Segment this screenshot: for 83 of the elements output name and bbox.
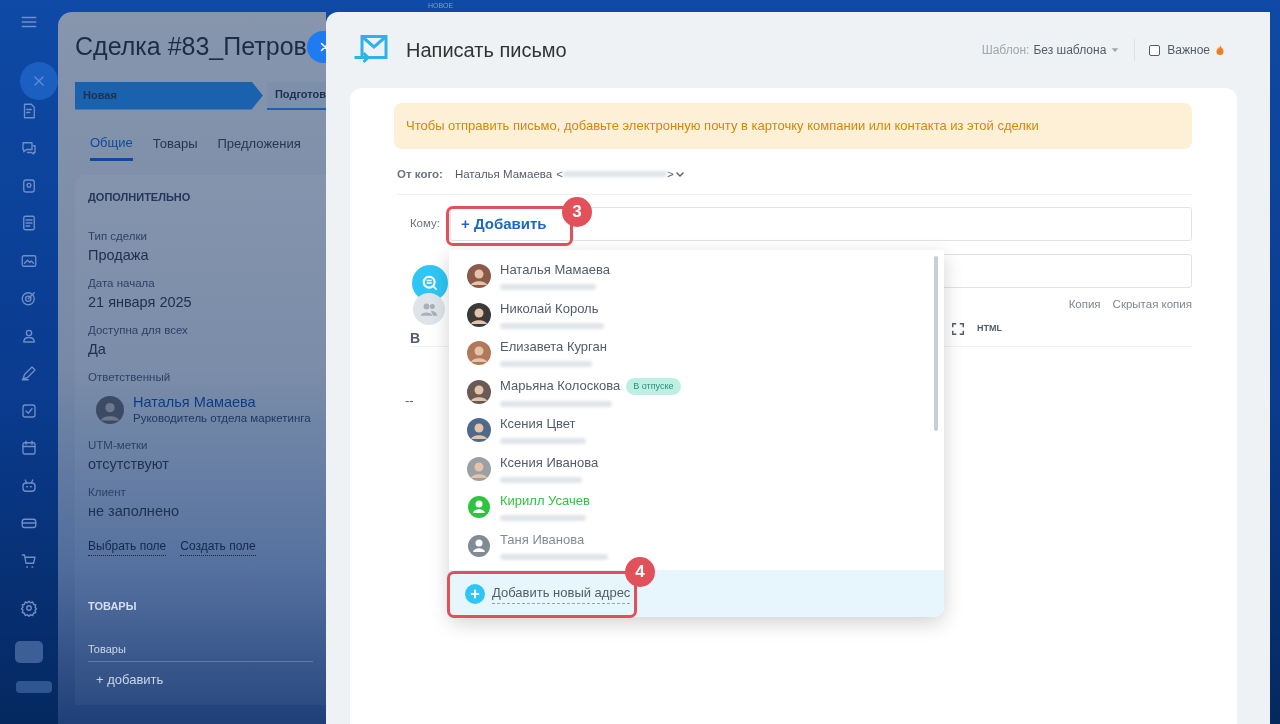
link[interactable]: Копия (1068, 295, 1101, 313)
gear-icon[interactable] (20, 599, 38, 618)
target-icon[interactable] (20, 289, 38, 308)
plus-icon (465, 583, 485, 604)
bracket: < (556, 166, 563, 182)
contact-item[interactable]: Николай Король (449, 294, 944, 333)
sender-name: Наталья Мамаева (454, 166, 553, 182)
warning-alert: Чтобы отправить письмо, добавьте электронную почту в карточку компании или контакта из этой сделки (394, 103, 1192, 149)
contact-name: Марьяна Колоскова (500, 378, 621, 395)
panel-title: Написать письмо (406, 38, 567, 63)
close-icon (32, 74, 46, 88)
avatar (467, 302, 491, 327)
contact-name: Наталья Мамаева (500, 262, 610, 278)
avatar (467, 379, 491, 404)
avatar (467, 264, 491, 288)
contact-item[interactable]: Марьяна Колоскова В отпуске (449, 371, 944, 410)
callout-number: 3 (562, 197, 592, 227)
contact-item[interactable]: Наталья Мамаева (449, 256, 944, 295)
contact-name: Ксения Иванова (500, 454, 599, 471)
field-value: отсутствуют (88, 455, 170, 475)
stage-step[interactable]: Подготов (266, 81, 326, 110)
add-address-link[interactable]: Добавить новый адрес (492, 582, 631, 605)
bracket: > (666, 166, 674, 182)
field-label: Доступна для всех (88, 322, 189, 338)
template-dropdown[interactable]: Без шаблона (1033, 41, 1107, 59)
search-icon (420, 273, 440, 293)
field-label: UTM-метки (88, 438, 149, 453)
contact-item[interactable]: Ксения Цвет (449, 410, 944, 449)
field-label: От кого: (397, 166, 443, 182)
pencil-icon[interactable] (20, 364, 38, 383)
field-value: Продажа (88, 245, 150, 265)
signature-text: -- (405, 392, 414, 410)
tab[interactable]: Предложения (217, 131, 301, 161)
deal-title: Сделка #83_Петров (75, 31, 307, 62)
contact-name: Ксения Цвет (500, 416, 576, 432)
person-role: Руководитель отдела маркетинга (133, 410, 311, 426)
calendar-icon[interactable] (20, 439, 38, 458)
avatar (96, 396, 124, 425)
avatar (467, 418, 491, 442)
chat-icon[interactable] (20, 139, 38, 158)
cart-icon[interactable] (20, 551, 38, 570)
fullscreen-icon[interactable] (951, 321, 965, 336)
contacts-button[interactable] (413, 293, 445, 325)
contact-name: Николай Король (500, 300, 599, 317)
robot-icon[interactable] (20, 476, 38, 495)
close-icon (318, 40, 326, 53)
field-label: Кому: (408, 216, 441, 232)
caret-icon (1110, 45, 1121, 55)
field-value: не заполнено (88, 502, 180, 522)
contact-name: Кирилл Усачев (500, 493, 590, 509)
avatar (467, 456, 491, 481)
note-icon[interactable] (20, 214, 38, 233)
field-value: Да (88, 339, 107, 359)
template-label: Шаблон: (981, 42, 1030, 59)
bold-button[interactable]: B (410, 329, 421, 346)
camera-icon[interactable] (20, 176, 38, 195)
link[interactable]: Создать поле (180, 537, 256, 556)
person-name[interactable]: Наталья Мамаева (133, 393, 311, 410)
tab[interactable]: Товары (152, 131, 198, 161)
checkbox[interactable] (1149, 44, 1161, 56)
link[interactable]: Скрытая копия (1112, 295, 1192, 313)
field-label: Товары (88, 640, 313, 662)
add-link[interactable]: + добавить (96, 670, 164, 690)
section-title: ТОВАРЫ (88, 599, 138, 614)
checkbox-icon[interactable] (20, 401, 38, 420)
field-label: Клиент (88, 485, 127, 500)
contact-item[interactable]: Ксения Иванова (449, 448, 944, 487)
field-label: Ответственный (88, 369, 172, 385)
checkbox-label: Важное (1167, 42, 1210, 59)
html-button[interactable]: HTML (965, 321, 1002, 336)
scrollbar[interactable] (934, 256, 938, 431)
avatar (467, 341, 491, 365)
link[interactable]: Выбрать поле (88, 537, 167, 556)
field-value: 21 января 2025 (88, 292, 193, 312)
contact-item[interactable]: Елизавета Курган (449, 333, 944, 372)
field-label: Дата начала (88, 275, 156, 291)
contact-name: Таня Иванова (500, 531, 585, 548)
status-badge: В отпуске (626, 377, 681, 395)
contact-name: Елизавета Курган (500, 339, 607, 355)
add-button[interactable]: + Добавить (451, 212, 557, 235)
field-label: Тип сделки (88, 228, 148, 244)
close-button[interactable] (20, 62, 58, 100)
section-title: ДОПОЛНИТЕЛЬНО (88, 190, 192, 205)
